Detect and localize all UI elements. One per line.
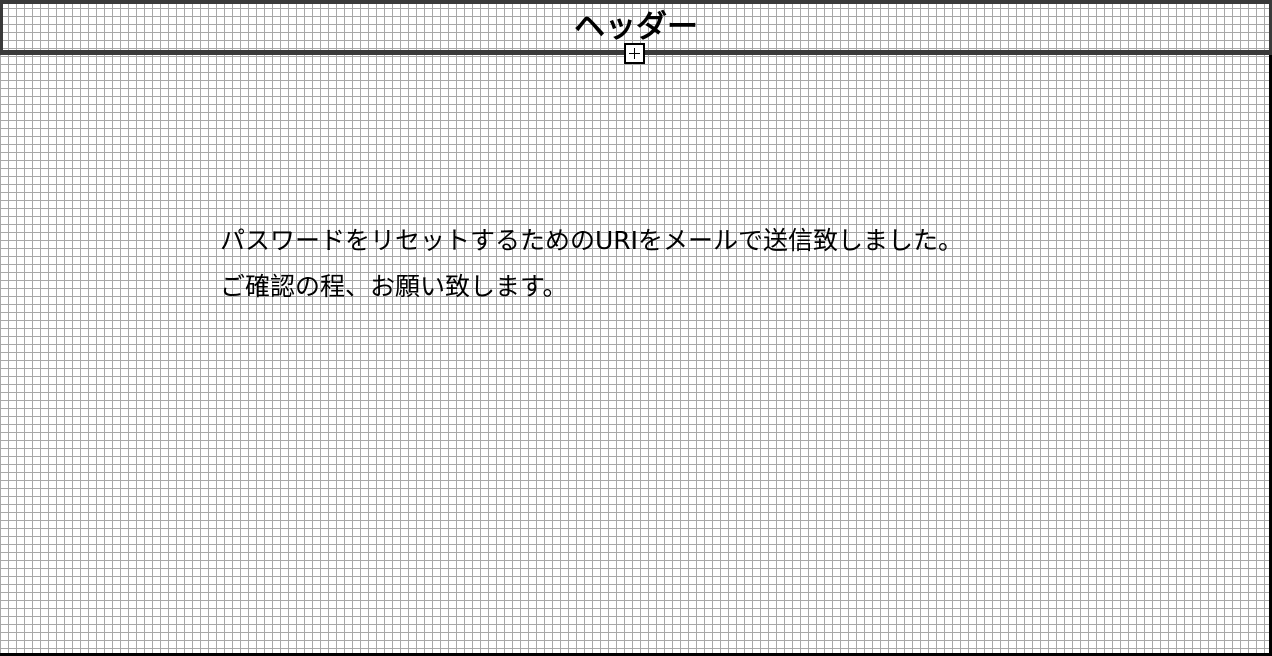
message-line-1: パスワードをリセットするためのURIをメールで送信致しました。 [220, 226, 964, 255]
expand-toggle-button[interactable] [624, 43, 645, 64]
reset-confirmation-message: パスワードをリセットするためのURIをメールで送信致しました。 ご確認の程、お願… [220, 218, 1120, 310]
header-title: ヘッダー [574, 9, 698, 45]
message-line-2: ご確認の程、お願い致します。 [220, 272, 568, 301]
